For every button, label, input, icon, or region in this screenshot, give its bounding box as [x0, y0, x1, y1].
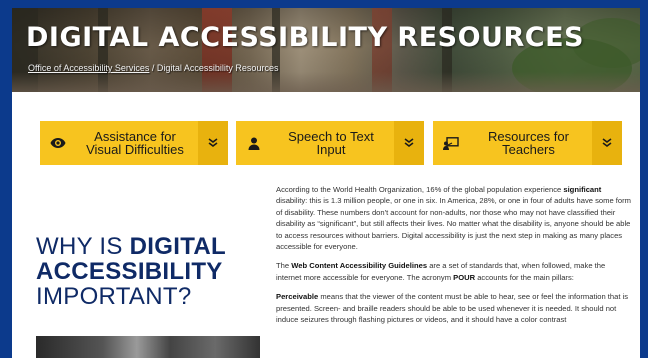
- teacher-icon: [433, 136, 469, 150]
- chevron-down-icon[interactable]: [592, 121, 622, 165]
- page-title: DIGITAL ACCESSIBILITY RESOURCES: [26, 22, 584, 53]
- chevron-down-icon[interactable]: [198, 121, 228, 165]
- page-frame: DIGITAL ACCESSIBILITY RESOURCES Office o…: [12, 8, 640, 358]
- article-body: According to the World Health Organizati…: [276, 184, 632, 333]
- breadcrumb-link-accessibility-services[interactable]: Office of Accessibility Services: [28, 63, 149, 73]
- section-heading: WHY IS DIGITAL ACCESSIBILITY IMPORTANT?: [36, 233, 226, 310]
- paragraph-who-statistics: According to the World Health Organizati…: [276, 185, 631, 252]
- speech-to-text-button[interactable]: Speech to Text Input: [236, 121, 424, 165]
- breadcrumb: Office of Accessibility Services / Digit…: [28, 63, 278, 73]
- button-label: Assistance for Visual Difficulties: [86, 129, 184, 157]
- visual-difficulties-button[interactable]: Assistance for Visual Difficulties: [40, 121, 228, 165]
- person-icon: [236, 137, 272, 150]
- teacher-resources-button[interactable]: Resources for Teachers: [433, 121, 622, 165]
- paragraph-perceivable: Perceivable means that the viewer of the…: [276, 292, 629, 325]
- breadcrumb-separator: /: [149, 63, 157, 73]
- button-label: Resources for Teachers: [488, 129, 569, 157]
- paragraph-wcag: The Web Content Accessibility Guidelines…: [276, 261, 606, 282]
- breadcrumb-current: Digital Accessibility Resources: [156, 63, 279, 73]
- eye-icon: [40, 137, 76, 149]
- section-photo: [36, 336, 260, 358]
- chevron-down-icon[interactable]: [394, 121, 424, 165]
- button-label: Speech to Text Input: [288, 129, 374, 157]
- hero-banner: DIGITAL ACCESSIBILITY RESOURCES Office o…: [12, 8, 640, 92]
